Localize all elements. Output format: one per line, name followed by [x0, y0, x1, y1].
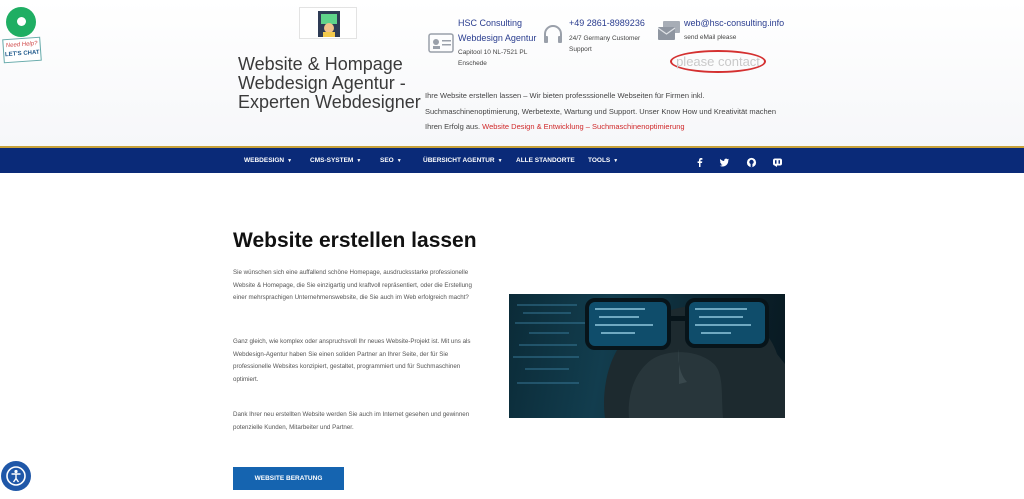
accessibility-icon[interactable]: [1, 461, 31, 491]
caret-down-icon: ▼: [356, 158, 362, 164]
chat-lets-chat: LET'S CHAT: [4, 49, 40, 59]
nav-label: SEO: [380, 157, 394, 164]
chat-widget-label[interactable]: Need Help? LET'S CHAT: [2, 36, 42, 64]
main-navigation: WEBDESIGN ▼ CMS-SYSTEM ▼ SEO ▼ ÜBERSICHT AG…: [0, 146, 1024, 173]
content-paragraph-2: Ganz gleich, wie komplex oder anspruchsv…: [233, 338, 471, 383]
intro-link[interactable]: Website Design & Entwicklung – Suchmasch…: [482, 122, 684, 131]
page-heading: Website erstellen lassen: [233, 229, 477, 252]
intro-text: Ihre Website erstellen lassen – Wir biet…: [425, 88, 790, 135]
phone-note: 24/7 Germany Customer Support: [569, 35, 641, 53]
twitter-icon[interactable]: [719, 155, 730, 167]
email-address[interactable]: web@hsc-consulting.info: [684, 17, 804, 30]
github-icon[interactable]: [746, 155, 757, 168]
company-name[interactable]: HSC Consulting: [458, 17, 540, 30]
company-address: Capitool 10 NL-7521 PL Enschede: [458, 49, 528, 67]
nav-label: CMS-SYSTEM: [310, 157, 354, 164]
nav-label: WEBDESIGN: [244, 157, 285, 164]
email-note: send eMail please: [684, 34, 737, 41]
content-paragraph-1: Sie wünschen sich eine auffallend schöne…: [233, 269, 472, 301]
nav-item-alle-standorte[interactable]: ALLE STANDORTE: [516, 148, 575, 173]
nav-item-uebersicht-agentur[interactable]: ÜBERSICHT AGENTUR ▼: [423, 148, 503, 173]
chat-bubble-icon[interactable]: [6, 7, 36, 37]
site-logo[interactable]: [299, 7, 357, 39]
site-header: Website & Hompage Webdesign Agentur - Ex…: [0, 0, 1024, 146]
site-title: Website & Hompage Webdesign Agentur - Ex…: [238, 54, 421, 112]
headset-icon: [541, 23, 565, 49]
caret-down-icon: ▼: [396, 158, 402, 164]
caret-down-icon: ▼: [497, 158, 503, 164]
caret-down-icon: ▼: [613, 158, 619, 164]
id-card-icon: [428, 33, 454, 55]
nav-item-tools[interactable]: TOOLS ▼: [588, 148, 618, 173]
phone-number[interactable]: +49 2861-8989236: [569, 17, 651, 30]
nav-label: ÜBERSICHT AGENTUR: [423, 157, 495, 164]
nav-label: TOOLS: [588, 157, 611, 164]
caret-down-icon: ▼: [287, 158, 293, 164]
company-subtitle[interactable]: Webdesign Agentur: [458, 32, 540, 45]
hero-image: [509, 294, 785, 418]
nav-item-cms-system[interactable]: CMS-SYSTEM ▼: [310, 148, 361, 173]
nav-label: ALLE STANDORTE: [516, 157, 575, 164]
mastodon-icon[interactable]: [772, 155, 783, 167]
content-paragraph-3: Dank Ihrer neu erstellten Website werden…: [233, 411, 470, 431]
nav-item-seo[interactable]: SEO ▼: [380, 148, 402, 173]
website-beratung-button[interactable]: WEBSITE BERATUNG: [233, 467, 344, 490]
facebook-icon[interactable]: [694, 155, 705, 167]
nav-item-webdesign[interactable]: WEBDESIGN ▼: [244, 148, 292, 173]
please-contact-link[interactable]: please contact: [670, 50, 766, 73]
mail-icon: [657, 20, 681, 44]
